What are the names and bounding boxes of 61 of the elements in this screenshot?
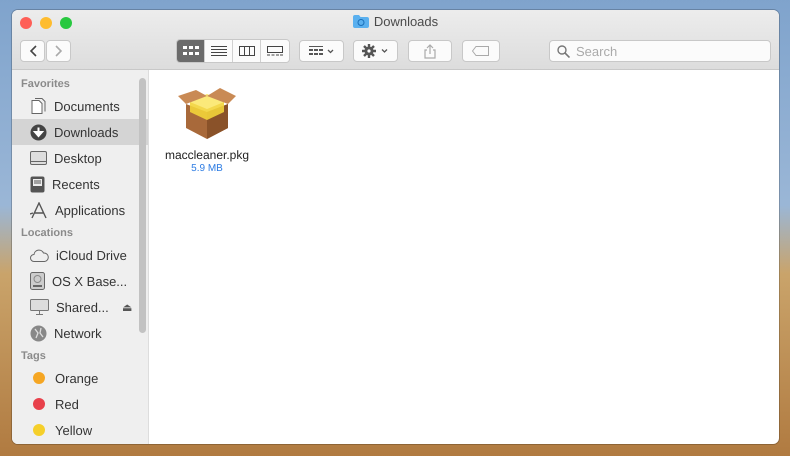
sidebar-item-label: Yellow [55, 422, 92, 438]
globe-icon [30, 324, 47, 342]
sidebar-section-heading: Tags [20, 349, 47, 364]
sidebar-item[interactable]: OS X Base... [12, 268, 148, 294]
view-mode-button[interactable] [233, 40, 261, 62]
file-name: maccleaner.pkg [164, 148, 250, 162]
sidebar-item[interactable]: Desktop [12, 145, 148, 171]
sidebar-item[interactable]: Recents [12, 171, 148, 197]
sidebar-item[interactable]: Red [12, 391, 148, 417]
sidebar-item[interactable]: Downloads [12, 119, 148, 145]
sidebar-item[interactable]: iCloud Drive [12, 242, 148, 268]
desktop-icon [30, 151, 47, 165]
tag-icon [472, 46, 490, 56]
back-chevron-icon [28, 45, 36, 57]
eject-button[interactable]: ⏏ [122, 300, 132, 314]
folder-icon [352, 15, 369, 28]
view-mode-button[interactable] [261, 40, 289, 62]
action-button[interactable] [353, 40, 398, 62]
sidebar-item-label: Desktop [54, 150, 102, 166]
forward-chevron-icon [54, 45, 62, 57]
sidebar-item-label: iCloud Drive [56, 248, 127, 262]
sidebar-item-label: OS X Base... [52, 274, 128, 288]
sidebar-item-label: Recents [52, 176, 100, 192]
columns-icon [238, 46, 254, 56]
gallery-icon [267, 46, 283, 56]
back-button[interactable] [20, 40, 45, 62]
sidebar-item-label: Network [54, 326, 102, 340]
sidebar-item[interactable]: Orange [12, 365, 148, 391]
view-mode-button[interactable] [205, 40, 233, 62]
group-by-button[interactable] [299, 40, 344, 62]
download-icon [30, 124, 47, 140]
gear-icon [362, 44, 390, 58]
sidebar-item-label: Documents [54, 98, 120, 114]
sidebar-scrollbar[interactable] [139, 78, 146, 333]
file-size: 5.9 MB [191, 163, 223, 174]
share-icon [424, 44, 436, 58]
documents-icon [30, 98, 47, 114]
recents-icon [30, 176, 45, 192]
sidebar-item-label: Applications [55, 202, 126, 218]
monitor-icon [30, 299, 49, 315]
sidebar-item-label: Downloads [54, 124, 118, 140]
sidebar-section-heading: Favorites [20, 77, 71, 92]
view-mode-button[interactable] [177, 40, 205, 62]
sidebar-item-label: Red [55, 396, 79, 412]
sidebar-item[interactable]: Applications [12, 197, 148, 223]
cloud-icon [30, 248, 49, 262]
sidebar-section-heading: Locations [20, 226, 74, 241]
window-title: Downloads [374, 14, 438, 29]
search-field[interactable]: Search [549, 40, 771, 62]
sidebar-item-label: Shared... [56, 300, 109, 314]
sidebar-item-label: Orange [55, 370, 98, 386]
applications-icon [30, 202, 48, 218]
close-button[interactable] [20, 17, 32, 29]
list-icon [210, 46, 226, 56]
sidebar-item[interactable]: Shared... ⏏ [12, 294, 148, 320]
group-caret-icon [308, 46, 334, 56]
sidebar-item[interactable]: Network [12, 320, 148, 346]
icon-grid-icon [182, 46, 198, 56]
sidebar-item[interactable]: Documents [12, 93, 148, 119]
search-icon [557, 45, 570, 58]
sidebar-item[interactable]: Yellow [12, 417, 148, 443]
